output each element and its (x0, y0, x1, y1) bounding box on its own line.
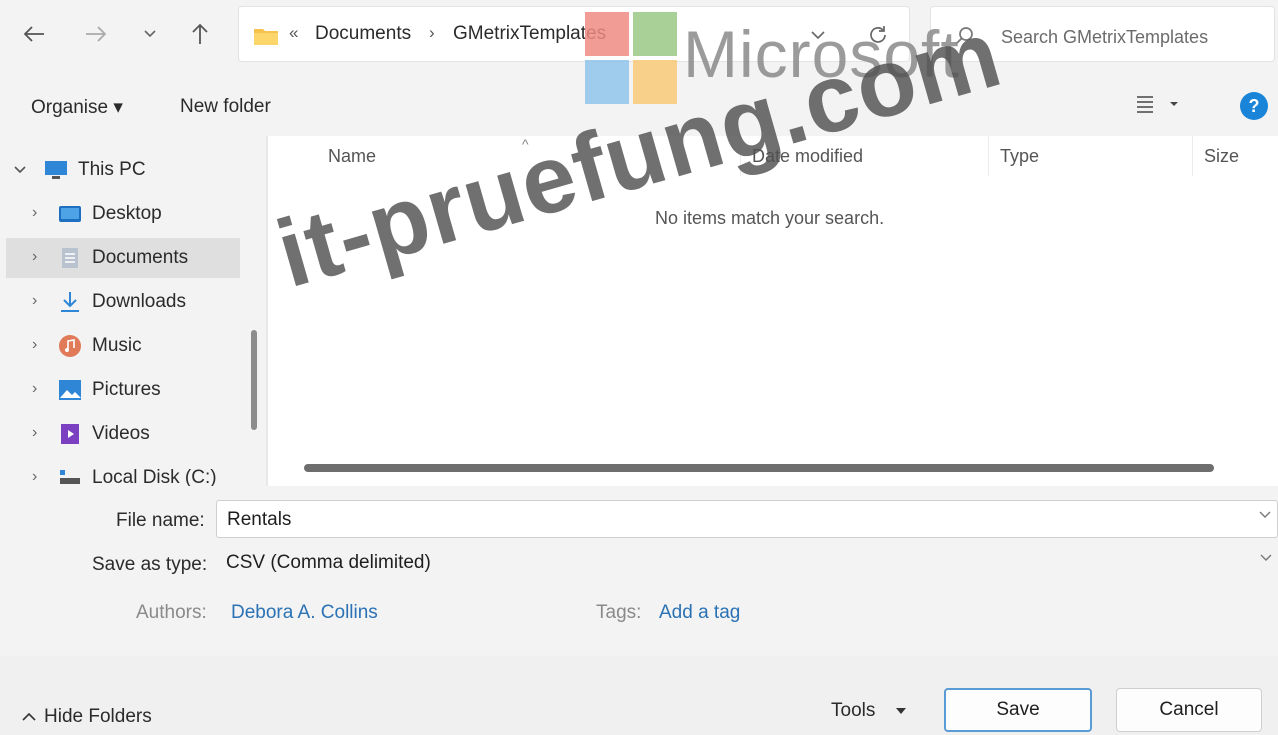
file-name-field[interactable]: Rentals (216, 500, 1278, 538)
chevron-right-icon[interactable]: › (32, 336, 37, 354)
forward-arrow-icon[interactable] (80, 18, 112, 50)
download-arrow-icon (61, 292, 79, 312)
view-options-icon[interactable] (1136, 94, 1182, 114)
column-divider[interactable] (740, 136, 741, 176)
desktop-folder-icon (59, 206, 81, 222)
chevron-down-icon[interactable] (14, 166, 26, 174)
chevron-right-icon[interactable]: › (32, 380, 37, 398)
new-folder-button[interactable]: New folder (180, 96, 271, 118)
save-button[interactable]: Save (944, 688, 1092, 732)
nav-item-local-disk[interactable]: › Local Disk (C:) (6, 458, 240, 486)
save-as-type-select[interactable]: CSV (Comma delimited) (216, 544, 1278, 582)
nav-item-music[interactable]: › Music (6, 326, 240, 366)
column-divider[interactable] (1192, 136, 1193, 176)
column-header-size[interactable]: Size (1204, 146, 1239, 167)
column-header-name[interactable]: Name (328, 146, 376, 167)
nav-label: Downloads (92, 291, 186, 312)
nav-item-pictures[interactable]: › Pictures (6, 370, 240, 410)
chevron-up-icon (22, 712, 36, 721)
nav-item-videos[interactable]: › Videos (6, 414, 240, 454)
file-name-label: File name: (116, 510, 205, 531)
chevron-down-icon[interactable] (1259, 511, 1271, 519)
authors-field[interactable]: Debora A. Collins (231, 602, 378, 624)
pictures-icon (59, 380, 81, 400)
chevron-right-icon[interactable]: › (32, 204, 37, 222)
nav-label: Videos (92, 423, 150, 444)
up-arrow-icon[interactable] (184, 18, 216, 50)
chevron-right-icon[interactable]: › (32, 468, 37, 486)
cancel-button[interactable]: Cancel (1116, 688, 1262, 732)
nav-item-documents[interactable]: › Documents (6, 238, 240, 278)
nav-label: Desktop (92, 203, 162, 224)
nav-item-downloads[interactable]: › Downloads (6, 282, 240, 322)
nav-label: Local Disk (C:) (92, 467, 217, 486)
search-box[interactable]: Search GMetrixTemplates (930, 6, 1275, 62)
breadcrumb-documents[interactable]: Documents (315, 23, 411, 45)
recent-locations-chevron-icon[interactable] (134, 18, 166, 50)
nav-item-this-pc[interactable]: This PC (6, 150, 240, 190)
nav-label: Pictures (92, 379, 161, 400)
tools-menu[interactable]: Tools (831, 700, 907, 722)
videos-icon (61, 424, 79, 444)
chevron-right-icon[interactable]: › (32, 292, 37, 310)
back-arrow-icon[interactable] (18, 18, 50, 50)
breadcrumb-gmetrixtemplates[interactable]: GMetrixTemplates (453, 23, 606, 45)
column-divider[interactable] (988, 136, 989, 176)
documents-icon (62, 248, 78, 268)
file-list[interactable]: ^ Name Date modified Type Size No items … (268, 136, 1278, 486)
nav-label: Music (92, 335, 142, 356)
nav-scrollbar[interactable] (251, 330, 257, 430)
save-as-type-label: Save as type: (92, 554, 208, 575)
tags-field[interactable]: Add a tag (659, 602, 740, 624)
tools-label: Tools (831, 700, 876, 721)
tags-label: Tags: (596, 602, 642, 623)
folder-icon (254, 29, 278, 45)
breadcrumb-separator: › (429, 23, 435, 42)
file-name-value[interactable]: Rentals (227, 509, 291, 531)
column-header-type[interactable]: Type (1000, 146, 1039, 167)
hide-folders-toggle[interactable]: Hide Folders (22, 706, 152, 728)
disk-icon (60, 470, 80, 484)
help-icon[interactable]: ? (1240, 92, 1268, 120)
nav-item-desktop[interactable]: › Desktop (6, 194, 240, 234)
chevron-right-icon[interactable]: › (32, 248, 37, 266)
breadcrumb-overflow[interactable]: « (289, 23, 298, 43)
computer-icon (45, 161, 67, 179)
nav-label: Documents (92, 247, 189, 268)
organise-menu[interactable]: Organise ▾ (31, 96, 123, 119)
navigation-pane: This PC › Desktop › Documents › Download… (0, 136, 268, 486)
empty-message: No items match your search. (655, 208, 885, 228)
chevron-right-icon[interactable]: › (32, 424, 37, 442)
search-input[interactable]: Search GMetrixTemplates (1001, 27, 1208, 48)
caret-down-icon (895, 707, 906, 714)
music-icon (59, 335, 81, 357)
nav-label: This PC (78, 159, 146, 180)
chevron-down-icon[interactable] (1260, 554, 1272, 562)
column-header-date-modified[interactable]: Date modified (752, 146, 863, 167)
authors-label: Authors: (136, 602, 207, 623)
save-as-type-value[interactable]: CSV (Comma delimited) (226, 552, 431, 574)
horizontal-scrollbar[interactable] (304, 464, 1214, 472)
sort-ascending-icon: ^ (522, 136, 529, 152)
command-bar: Organise ▾ New folder (0, 74, 1278, 136)
hide-folders-label: Hide Folders (44, 706, 152, 727)
